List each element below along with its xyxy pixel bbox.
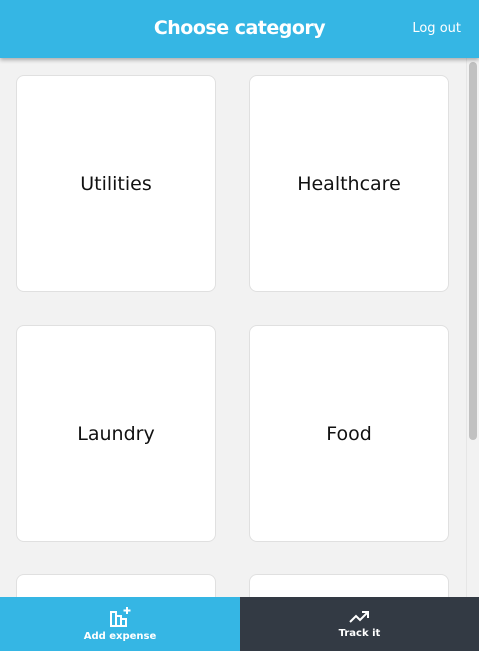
bar-chart-plus-icon: [110, 607, 131, 627]
logout-button[interactable]: Log out: [412, 21, 461, 36]
category-card[interactable]: [16, 574, 216, 597]
nav-label: Track it: [338, 628, 381, 639]
bottom-nav: Add expense Track it: [0, 597, 479, 651]
nav-label: Add expense: [83, 631, 157, 642]
category-card-healthcare[interactable]: Healthcare: [249, 75, 449, 292]
scrollbar-thumb[interactable]: [469, 62, 477, 440]
scrollbar[interactable]: [466, 58, 479, 597]
category-card-food[interactable]: Food: [249, 325, 449, 542]
category-card-utilities[interactable]: Utilities: [16, 75, 216, 292]
category-card-laundry[interactable]: Laundry: [16, 325, 216, 542]
page-title: Choose category: [153, 17, 326, 39]
nav-track-it[interactable]: Track it: [240, 597, 479, 651]
header: Choose category Log out: [0, 0, 479, 58]
category-grid: Utilities Healthcare Laundry Food: [0, 58, 466, 597]
category-card[interactable]: [249, 574, 449, 597]
nav-add-expense[interactable]: Add expense: [0, 597, 240, 651]
trending-up-icon: [348, 611, 369, 623]
